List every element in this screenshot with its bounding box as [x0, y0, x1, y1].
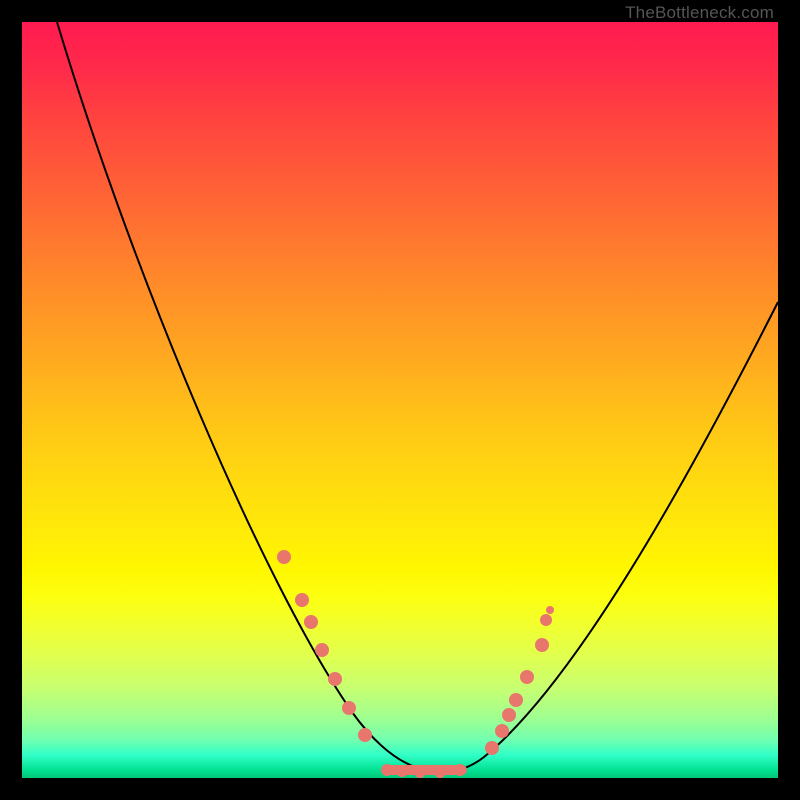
- curve-line: [57, 22, 778, 772]
- watermark-text: TheBottleneck.com: [625, 3, 774, 23]
- highlight-dots-right: [485, 606, 554, 755]
- valley-flat-segment: [381, 764, 466, 778]
- highlight-dots-left: [277, 550, 372, 742]
- bottleneck-chart: [22, 22, 778, 778]
